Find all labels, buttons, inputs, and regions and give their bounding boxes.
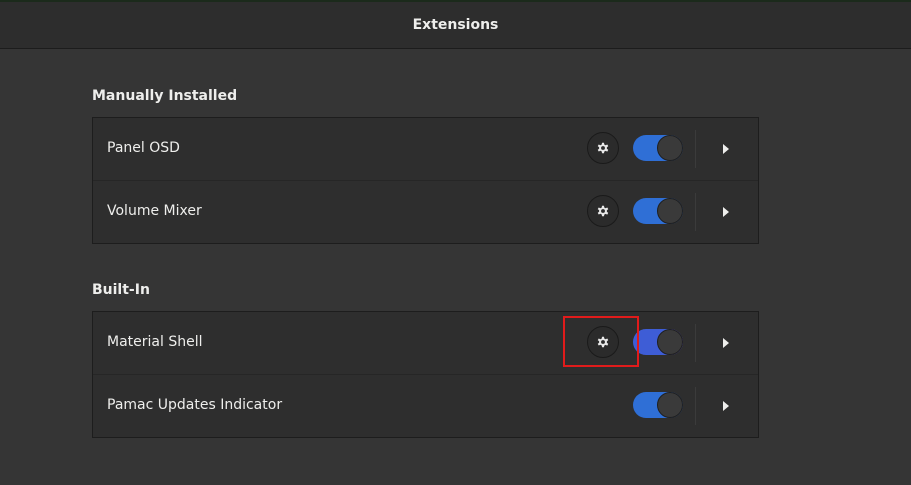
extension-name: Panel OSD [107, 140, 180, 156]
expand-button[interactable] [714, 396, 738, 416]
chevron-right-icon [723, 338, 729, 348]
switch-knob [657, 329, 683, 355]
expand-button[interactable] [714, 333, 738, 353]
row-divider [695, 324, 696, 362]
extension-name: Volume Mixer [107, 203, 202, 219]
chevron-right-icon [723, 401, 729, 411]
gear-icon [597, 142, 609, 154]
switch-knob [657, 135, 683, 161]
extension-row-panel-osd[interactable]: Panel OSD [93, 118, 758, 181]
chevron-right-icon [723, 207, 729, 217]
extension-list-manually-installed: Panel OSD Volume Mixer [92, 117, 759, 244]
switch-knob [657, 392, 683, 418]
settings-button[interactable] [587, 132, 619, 164]
settings-button[interactable] [587, 195, 619, 227]
header-bar: Extensions [0, 0, 911, 49]
section-title-manually-installed: Manually Installed [92, 88, 238, 104]
row-divider [695, 130, 696, 168]
row-divider [695, 387, 696, 425]
row-divider [695, 193, 696, 231]
gear-icon [597, 205, 609, 217]
window-title: Extensions [412, 17, 499, 33]
enable-switch[interactable] [633, 329, 683, 355]
extension-row-volume-mixer[interactable]: Volume Mixer [93, 181, 758, 243]
switch-knob [657, 198, 683, 224]
gear-icon [597, 336, 609, 348]
chevron-right-icon [723, 144, 729, 154]
extension-list-built-in: Material Shell Pamac Updates Indicator [92, 311, 759, 438]
extension-row-pamac-updates-indicator[interactable]: Pamac Updates Indicator [93, 375, 758, 437]
settings-button[interactable] [587, 326, 619, 358]
enable-switch[interactable] [633, 135, 683, 161]
enable-switch[interactable] [633, 198, 683, 224]
extension-name: Material Shell [107, 334, 203, 350]
expand-button[interactable] [714, 139, 738, 159]
extension-name: Pamac Updates Indicator [107, 397, 283, 413]
expand-button[interactable] [714, 202, 738, 222]
extension-row-material-shell[interactable]: Material Shell [93, 312, 758, 375]
section-title-built-in: Built-In [92, 282, 150, 298]
enable-switch[interactable] [633, 392, 683, 418]
